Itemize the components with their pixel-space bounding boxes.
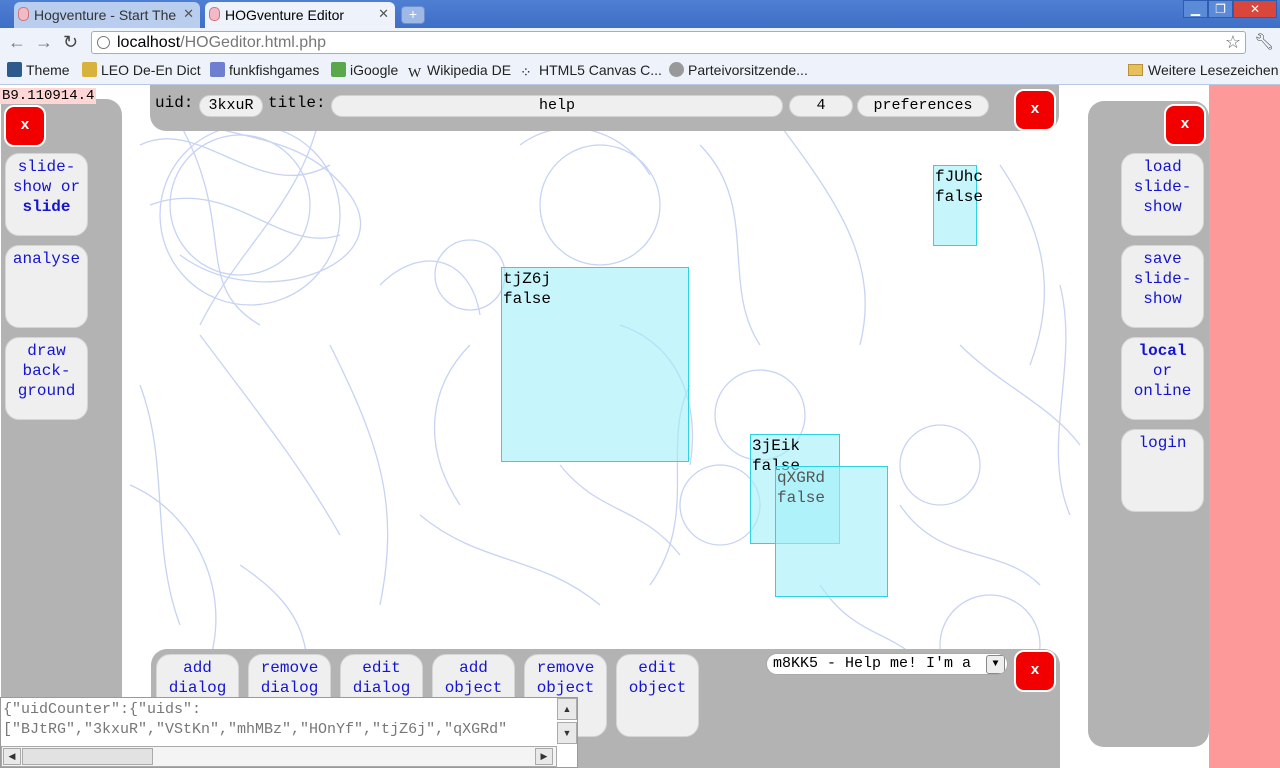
load-slideshow-button[interactable]: load slide- show <box>1121 153 1204 236</box>
back-arrow-icon[interactable]: ← <box>8 32 26 53</box>
bookmark-parteivorsitzende[interactable]: Parteivorsitzende... <box>669 62 808 78</box>
bookmark-funkfishgames[interactable]: funkfishgames <box>210 62 319 78</box>
object-state: false <box>503 290 552 308</box>
fish-icon <box>210 62 225 77</box>
scroll-up-button[interactable]: ▲ <box>557 698 577 720</box>
bookmark-wikipedia[interactable]: W Wikipedia DE <box>408 62 511 81</box>
editor-page: fJUhc false tjZ6j false 3jEik false qXGR… <box>0 85 1280 768</box>
object-tjZ6j[interactable]: tjZ6j false <box>501 267 689 462</box>
version-label: B9.110914.4 <box>0 88 97 104</box>
login-button[interactable]: login <box>1121 429 1204 512</box>
save-slideshow-button[interactable]: save slide- show <box>1121 245 1204 328</box>
object-uid: qXGRd <box>777 469 826 487</box>
new-tab-button[interactable]: + <box>401 6 425 24</box>
local-or-online-button[interactable]: local or online <box>1121 337 1204 420</box>
object-state: false <box>935 188 984 206</box>
object-uid: tjZ6j <box>503 270 552 288</box>
preferences-button[interactable]: preferences <box>857 95 989 117</box>
right-margin-strip <box>1209 85 1280 768</box>
scroll-down-button[interactable]: ▼ <box>557 722 577 744</box>
minimize-window-button[interactable]: ▁ <box>1183 0 1208 18</box>
json-dump-text: {"uidCounter":{"uids": ["BJtRG","3kxuR",… <box>3 701 508 738</box>
bookmark-igoogle[interactable]: iGoogle <box>331 62 398 78</box>
tab-title: HOGventure Editor <box>225 7 345 23</box>
browser-toolbar: ← → ↻ localhost/HOGeditor.html.php ☆ 🔧︎ <box>0 28 1280 58</box>
pig-favicon-icon <box>18 7 29 21</box>
address-bar[interactable]: localhost/HOGeditor.html.php ☆ <box>91 31 1246 54</box>
bookmark-star-icon[interactable]: ☆ <box>1225 32 1241 53</box>
close-bottom-panel-button[interactable]: x <box>1014 650 1056 692</box>
dialog-select[interactable]: m8KK5 - Help me! I'm a ▼ <box>766 653 1008 675</box>
uid-label: uid: <box>155 94 194 112</box>
chevron-down-icon[interactable]: ▼ <box>986 655 1005 674</box>
slide-number-field[interactable]: 4 <box>789 95 853 117</box>
close-tab-icon[interactable]: ✕ <box>378 6 389 22</box>
tab-hogventure-start[interactable]: Hogventure - Start The ✕ <box>14 2 200 28</box>
bookmarks-bar: Theme LEO De-En Dict funkfishgames iGoog… <box>0 58 1280 85</box>
draw-background-button[interactable]: draw back- ground <box>5 337 88 420</box>
igoogle-icon <box>331 62 346 77</box>
edit-object-button[interactable]: edit object <box>616 654 699 737</box>
analyse-button[interactable]: analyse <box>5 245 88 328</box>
tab-title: Hogventure - Start The <box>34 7 177 23</box>
close-tab-icon[interactable]: ✕ <box>183 6 194 22</box>
horizontal-scroll-thumb[interactable] <box>22 748 153 765</box>
bookmark-theme[interactable]: Theme <box>7 62 70 78</box>
object-uid: fJUhc <box>935 168 984 186</box>
wrench-icon[interactable]: 🔧︎ <box>1254 32 1274 52</box>
scroll-left-button[interactable]: ◀ <box>3 748 21 765</box>
slideshow-or-slide-button[interactable]: slide- show or slide <box>5 153 88 236</box>
tab-strip: Hogventure - Start The ✕ HOGventure Edit… <box>0 0 1280 28</box>
title-label: title: <box>268 94 326 112</box>
pig-favicon-icon <box>209 7 220 21</box>
dots-icon: ⁘ <box>520 64 532 80</box>
url-text: localhost/HOGeditor.html.php <box>117 34 326 51</box>
reload-icon[interactable]: ↻ <box>63 32 78 53</box>
json-dump-textarea[interactable]: {"uidCounter":{"uids": ["BJtRG","3kxuR",… <box>0 697 578 768</box>
object-state: false <box>777 489 826 507</box>
bookmark-html5-canvas[interactable]: ⁘ HTML5 Canvas C... <box>520 62 662 80</box>
close-window-button[interactable]: ✕ <box>1233 0 1277 18</box>
bookmark-other-folder[interactable]: Weitere Lesezeichen <box>1128 62 1278 78</box>
globe-icon <box>97 36 110 49</box>
dialog-select-value: m8KK5 - Help me! I'm a <box>773 655 972 672</box>
title-field[interactable]: help <box>331 95 783 117</box>
uid-field[interactable]: 3kxuR <box>199 95 263 117</box>
wikipedia-icon: W <box>408 66 422 81</box>
tumblr-icon <box>7 62 22 77</box>
scroll-right-button[interactable]: ▶ <box>535 748 553 765</box>
object-uid: 3jEik <box>752 437 801 455</box>
tab-hogventure-editor[interactable]: HOGventure Editor ✕ <box>205 2 395 28</box>
globe-icon <box>669 62 684 77</box>
close-right-panel-button[interactable]: x <box>1164 104 1206 146</box>
close-top-panel-button[interactable]: x <box>1014 89 1056 131</box>
object-fJUhc[interactable]: fJUhc false <box>933 165 983 246</box>
object-qXGRd[interactable]: qXGRd false <box>775 466 888 597</box>
folder-icon <box>1128 64 1143 76</box>
leo-icon <box>82 62 97 77</box>
maximize-window-button[interactable]: ❐ <box>1208 0 1233 18</box>
bookmark-leo[interactable]: LEO De-En Dict <box>82 62 201 78</box>
forward-arrow-icon[interactable]: → <box>35 32 53 53</box>
close-left-panel-button[interactable]: x <box>4 105 46 147</box>
